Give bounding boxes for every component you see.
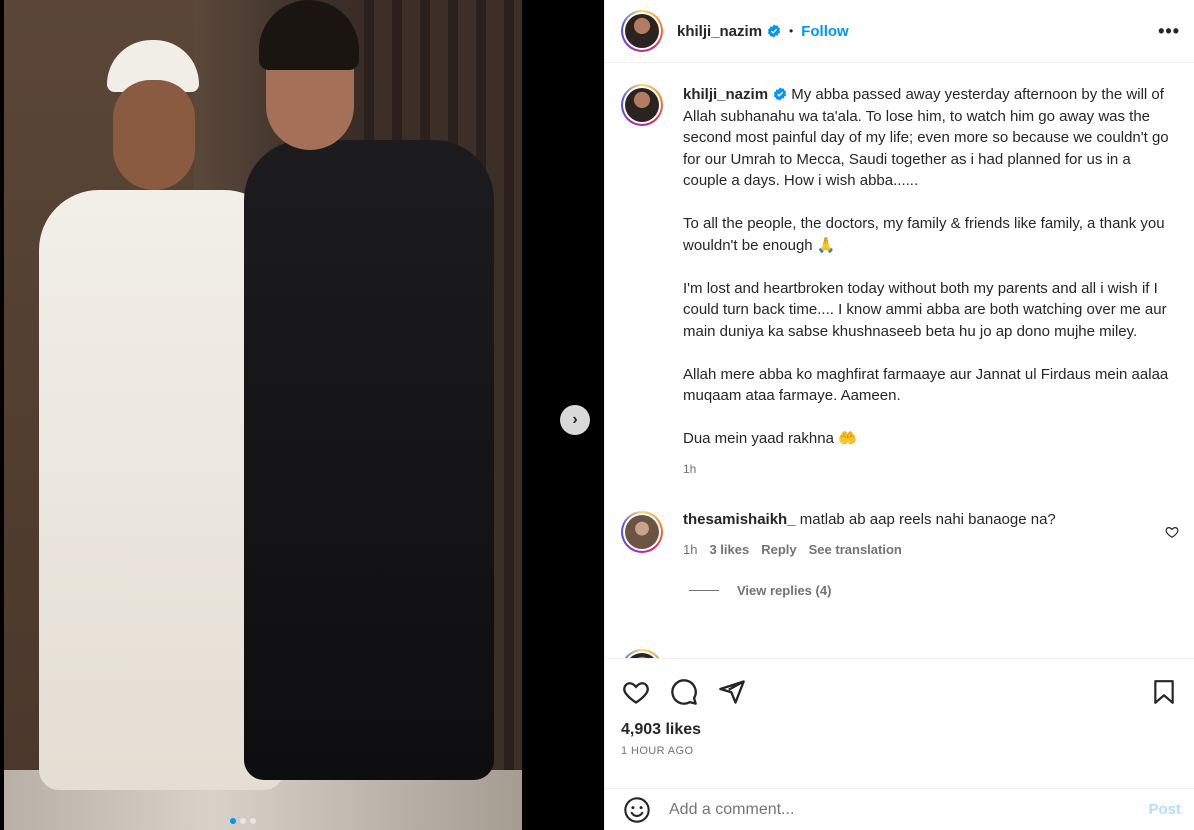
share-icon[interactable] bbox=[717, 677, 747, 707]
verified-icon bbox=[773, 87, 787, 101]
replies-line bbox=[689, 589, 719, 591]
action-bar: 4,903 likes 1 HOUR AGO bbox=[605, 658, 1194, 757]
caption-username[interactable]: khilji_nazim bbox=[683, 86, 768, 103]
caption-paragraph: Dua mein yaad rakhna 🤲 bbox=[683, 430, 857, 447]
separator-dot: • bbox=[789, 24, 794, 38]
add-comment-bar: Post bbox=[605, 788, 1194, 830]
bookmark-icon[interactable] bbox=[1149, 677, 1179, 707]
caption-paragraph: I'm lost and heartbroken today without b… bbox=[683, 279, 1167, 340]
view-replies-button[interactable]: View replies (4) bbox=[689, 583, 1179, 598]
more-icon[interactable]: ••• bbox=[1158, 21, 1180, 42]
comment-heart-icon[interactable] bbox=[1165, 525, 1179, 539]
follow-button[interactable]: Follow bbox=[801, 23, 849, 40]
post-caption: khilji_nazim My abba passed away yesterd… bbox=[621, 84, 1179, 481]
view-replies-label: View replies (4) bbox=[737, 582, 832, 598]
post-time[interactable]: 1 HOUR AGO bbox=[621, 745, 1179, 757]
carousel-dot-active bbox=[230, 818, 236, 824]
comment-likes[interactable]: 3 likes bbox=[709, 542, 749, 557]
author-username[interactable]: khilji_nazim bbox=[677, 23, 762, 40]
post-comment-button[interactable]: Post bbox=[1148, 801, 1181, 818]
carousel-dot bbox=[250, 818, 256, 824]
carousel-dot bbox=[240, 818, 246, 824]
likes-count[interactable]: 4,903 likes bbox=[621, 721, 1179, 739]
caption-avatar[interactable] bbox=[621, 84, 663, 126]
comments-area[interactable]: khilji_nazim My abba passed away yesterd… bbox=[605, 64, 1194, 658]
caption-time[interactable]: 1h bbox=[683, 459, 1173, 481]
author-avatar[interactable] bbox=[621, 10, 663, 52]
caption-paragraph: Allah mere abba ko maghfirat farmaaye au… bbox=[683, 365, 1169, 405]
action-icons bbox=[621, 677, 1179, 707]
heart-icon[interactable] bbox=[621, 677, 651, 707]
comment-item: thesamishaikh_ matlab ab aap reels nahi … bbox=[621, 510, 1179, 557]
comment-icon[interactable] bbox=[669, 677, 699, 707]
comment-text: matlab ab aap reels nahi banaoge na? bbox=[799, 510, 1056, 528]
verified-icon bbox=[767, 24, 781, 38]
comment-reply-button[interactable]: Reply bbox=[761, 542, 796, 557]
comment-input[interactable] bbox=[669, 800, 1149, 819]
post-side-panel: khilji_nazim • Follow ••• khilji_nazim M… bbox=[604, 0, 1194, 830]
next-arrow-icon[interactable]: › bbox=[560, 405, 590, 435]
caption-paragraph: To all the people, the doctors, my famil… bbox=[683, 215, 1165, 254]
see-translation-button[interactable]: See translation bbox=[809, 542, 902, 557]
post-header: khilji_nazim • Follow ••• bbox=[605, 0, 1194, 63]
comment-meta: 1h 3 likes Reply See translation bbox=[683, 542, 1153, 557]
post-photo bbox=[4, 0, 522, 830]
next-comment-avatar-partial bbox=[621, 649, 663, 658]
comment-time[interactable]: 1h bbox=[683, 542, 697, 557]
emoji-icon[interactable] bbox=[623, 796, 651, 824]
photo-younger-man bbox=[244, 0, 504, 820]
carousel-dots bbox=[230, 818, 256, 824]
caption-paragraph: khilji_nazim My abba passed away yesterd… bbox=[683, 84, 1173, 192]
commenter-username[interactable]: thesamishaikh_ bbox=[683, 511, 796, 528]
post-media: › bbox=[0, 0, 604, 830]
comment-body: thesamishaikh_ matlab ab aap reels nahi … bbox=[683, 511, 1153, 557]
caption-body: khilji_nazim My abba passed away yesterd… bbox=[683, 84, 1173, 481]
commenter-avatar[interactable] bbox=[621, 510, 663, 553]
